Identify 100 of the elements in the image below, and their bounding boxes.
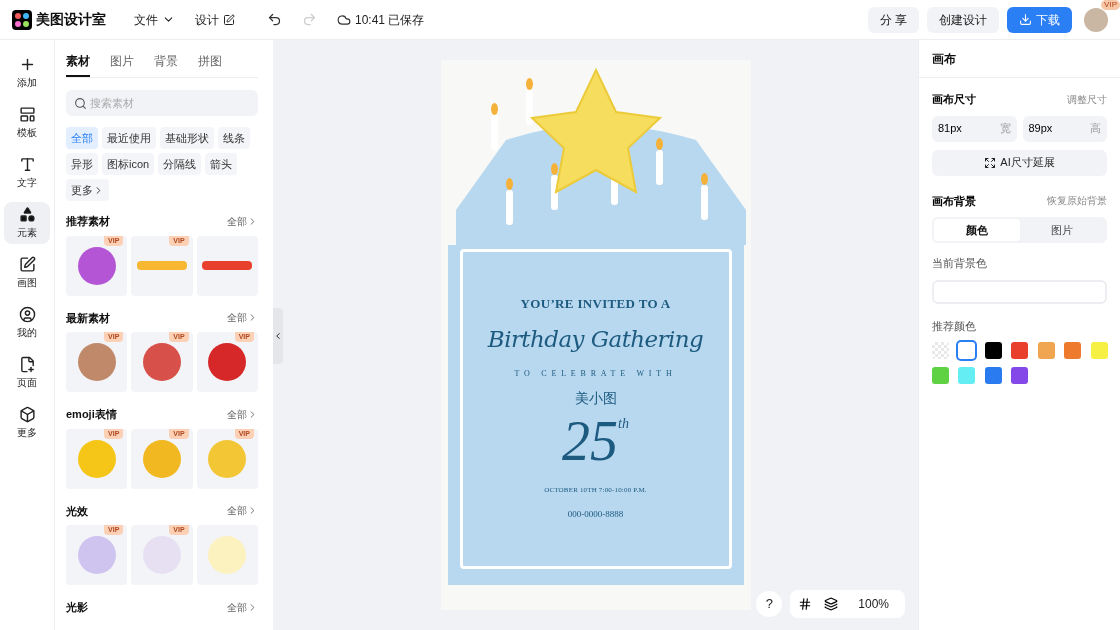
thumbnail[interactable] bbox=[196, 525, 258, 585]
invite-line: YOU’RE INVITED TO A bbox=[520, 295, 671, 313]
filter-chip[interactable]: 基础形状 bbox=[160, 127, 214, 149]
undo-icon[interactable] bbox=[267, 12, 282, 27]
color-swatch[interactable] bbox=[984, 342, 1002, 359]
text-icon bbox=[18, 156, 36, 173]
search-icon bbox=[74, 97, 87, 110]
panel-tab[interactable]: 图片 bbox=[110, 52, 134, 77]
stroke-placeholder bbox=[202, 261, 253, 270]
size-input[interactable]: 81px 宽 bbox=[932, 115, 1017, 142]
save-status: 10:41 已保存 bbox=[355, 11, 425, 29]
search-field[interactable]: 搜索素材 bbox=[66, 90, 258, 116]
ai-resize-button[interactable]: AI尺寸延展 bbox=[932, 149, 1107, 176]
invite-title: Birthday Gathering bbox=[487, 324, 704, 354]
edit-icon bbox=[18, 256, 36, 273]
color-swatch[interactable] bbox=[958, 342, 976, 359]
sticker-placeholder bbox=[208, 343, 247, 381]
shapes-icon bbox=[18, 206, 36, 223]
see-all-link[interactable]: 全部 bbox=[227, 599, 258, 615]
inspector-title: 画布 bbox=[932, 50, 956, 68]
download-icon bbox=[1019, 13, 1032, 26]
see-all-link[interactable]: 全部 bbox=[227, 310, 258, 326]
design-menu[interactable]: 设计 bbox=[195, 10, 235, 29]
section-title: 光影 bbox=[66, 600, 88, 615]
filter-chip[interactable]: 异形 bbox=[66, 153, 98, 175]
rail-item[interactable]: 我的 bbox=[4, 302, 50, 344]
section-label: 画布尺寸 bbox=[932, 92, 976, 107]
filter-chip[interactable]: 图标icon bbox=[102, 153, 155, 175]
stroke-placeholder bbox=[137, 261, 187, 270]
filter-chip[interactable]: 最近使用 bbox=[102, 127, 156, 149]
color-swatch[interactable] bbox=[1064, 342, 1082, 359]
download-button[interactable]: 下载 bbox=[1007, 6, 1072, 33]
sticker-placeholder bbox=[143, 439, 181, 478]
invite-line: TO CELEBRATE WITH bbox=[514, 368, 677, 380]
section-title: 最新素材 bbox=[66, 310, 110, 326]
section-title: 光效 bbox=[66, 503, 88, 519]
rail-item[interactable]: 画图 bbox=[4, 252, 50, 294]
host-name: 美小图 bbox=[574, 390, 617, 408]
panel-tab[interactable]: 背景 bbox=[154, 52, 178, 77]
filter-chip[interactable]: 分隔线 bbox=[158, 153, 202, 175]
rail-item[interactable]: 元素 bbox=[4, 202, 50, 244]
segment-tab[interactable]: 图片 bbox=[1019, 219, 1105, 241]
color-swatch[interactable] bbox=[1011, 342, 1029, 359]
age-suffix: th bbox=[618, 415, 629, 431]
color-swatch[interactable] bbox=[958, 367, 976, 384]
sticker-placeholder bbox=[143, 343, 181, 381]
app-logo-icon bbox=[12, 9, 32, 30]
help-button[interactable]: ? bbox=[756, 591, 783, 617]
avatar[interactable] bbox=[1084, 7, 1108, 32]
layers-icon[interactable] bbox=[824, 597, 839, 611]
edit-icon bbox=[223, 13, 235, 26]
file-menu[interactable]: 文件 bbox=[134, 10, 175, 29]
cube-icon bbox=[18, 406, 36, 423]
filter-chip[interactable]: 更多 bbox=[66, 179, 109, 201]
rail-item[interactable]: 模板 bbox=[4, 102, 50, 144]
color-swatch[interactable] bbox=[1011, 367, 1029, 384]
restore-link[interactable]: 恢复原始背景 bbox=[1047, 193, 1107, 209]
see-all-link[interactable]: 全部 bbox=[227, 213, 258, 229]
section-title: emoji表情 bbox=[66, 407, 117, 422]
color-swatch[interactable] bbox=[932, 367, 949, 384]
section-label: 画布背景 bbox=[932, 193, 976, 209]
redo-icon[interactable] bbox=[302, 12, 317, 27]
filter-chip[interactable]: 线条 bbox=[218, 127, 250, 149]
segment-tab[interactable]: 颜色 bbox=[934, 219, 1020, 241]
section-label: 当前背景色 bbox=[932, 256, 988, 271]
rail-item[interactable]: 添加 bbox=[4, 52, 50, 94]
sticker-placeholder bbox=[77, 343, 116, 381]
panel-tab[interactable]: 拼图 bbox=[198, 52, 222, 77]
sticker-placeholder bbox=[77, 246, 116, 285]
toolbar-button[interactable]: 分 享 bbox=[867, 6, 919, 33]
cloud-icon bbox=[337, 12, 351, 27]
chevron-icon bbox=[273, 331, 283, 341]
sticker-placeholder bbox=[143, 536, 181, 574]
toolbar-button[interactable]: 创建设计 bbox=[927, 6, 999, 33]
rail-item[interactable]: 文字 bbox=[4, 152, 50, 194]
see-all-link[interactable]: 全部 bbox=[227, 503, 258, 519]
color-swatch[interactable] bbox=[1090, 342, 1108, 359]
sticker-placeholder bbox=[208, 536, 247, 574]
size-input[interactable]: 89px 高 bbox=[1022, 115, 1107, 142]
color-swatch[interactable] bbox=[984, 367, 1002, 384]
resize-link[interactable]: 调整尺寸 bbox=[1067, 91, 1107, 107]
rail-item[interactable]: 页面 bbox=[4, 352, 50, 394]
color-swatch[interactable] bbox=[1037, 342, 1055, 359]
app-name: 美图设计室 bbox=[36, 10, 106, 29]
panel-tab[interactable]: 素材 bbox=[66, 52, 90, 77]
rail-item[interactable]: 更多 bbox=[4, 402, 50, 444]
filter-chip[interactable]: 全部 bbox=[66, 127, 98, 149]
add-page-icon bbox=[18, 356, 36, 373]
grid-icon[interactable] bbox=[798, 597, 813, 611]
age-number: 25 bbox=[562, 413, 619, 469]
layout-icon bbox=[18, 106, 36, 123]
thumbnail[interactable] bbox=[196, 235, 258, 296]
sticker-placeholder bbox=[208, 439, 247, 478]
phone-number: 000-0000-8888 bbox=[567, 507, 624, 521]
user-icon bbox=[18, 306, 36, 323]
collapse-handle[interactable] bbox=[273, 308, 283, 364]
zoom-level[interactable]: 100% bbox=[850, 595, 897, 613]
see-all-link[interactable]: 全部 bbox=[227, 406, 258, 422]
filter-chip[interactable]: 箭头 bbox=[205, 153, 238, 175]
sticker-placeholder bbox=[77, 439, 116, 478]
